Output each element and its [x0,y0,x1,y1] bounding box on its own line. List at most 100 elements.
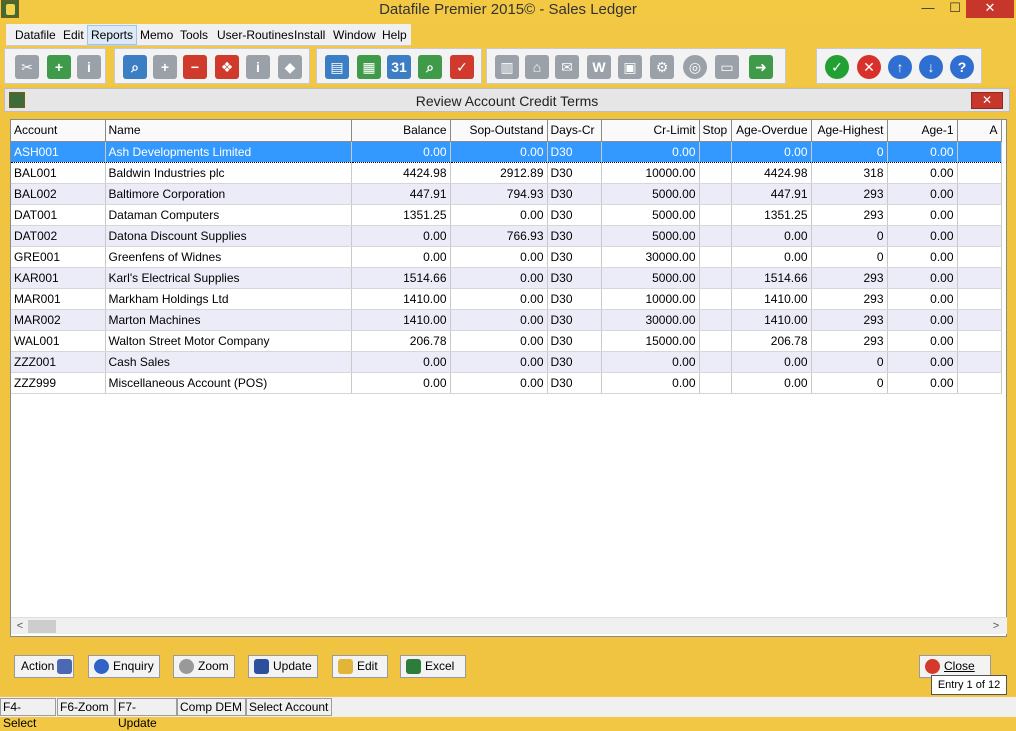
update-button[interactable]: Update [248,655,318,678]
cell-age-overdue: 0.00 [731,225,812,247]
calendar-icon[interactable]: 31 [387,55,411,79]
zoom-button[interactable]: Zoom [173,655,235,678]
cell-account: WAL001 [11,330,106,352]
table-row[interactable]: DAT002 Datona Discount Supplies 0.00 766.93… [11,225,1002,247]
column-header-stop[interactable]: Stop [699,120,732,142]
action-button[interactable]: Action [14,655,74,678]
window-export-icon[interactable]: ➜ [749,55,773,79]
bar-chart-icon[interactable]: ▥ [495,55,519,79]
cell-a [957,183,1002,205]
magnifier-money-icon[interactable]: ⌕ [418,55,442,79]
arrow-down-icon[interactable]: ↓ [919,55,943,79]
table-row[interactable]: ZZZ001 Cash Sales 0.00 0.00 D30 0.00 0.00 0 0.00 [11,351,1002,373]
menu-edit[interactable]: Edit [63,28,84,42]
menu-reports[interactable]: Reports [87,25,138,45]
accounts-grid[interactable]: Account Name Balance Sop-Outstand Days-C… [10,119,1007,637]
cell-a [957,246,1002,268]
cell-account: MAR001 [11,288,106,310]
calculator-icon[interactable]: ▦ [357,55,381,79]
menu-datafile[interactable]: Datafile [15,28,56,42]
scroll-right-button[interactable]: > [989,618,1003,635]
scroll-left-button[interactable]: < [13,618,27,635]
cell-cr-limit: 10000.00 [601,162,700,184]
gift-icon[interactable]: ❖ [215,55,239,79]
table-row[interactable]: BAL002 Baltimore Corporation 447.91 794.93 D… [11,183,1002,205]
cell-name: Karl's Electrical Supplies [105,267,352,289]
menu-help[interactable]: Help [382,28,407,42]
printer-icon[interactable]: ▭ [715,55,739,79]
menu-window[interactable]: Window [333,28,376,42]
cell-balance: 0.00 [351,351,451,373]
table-row[interactable]: GRE001 Greenfens of Widnes 0.00 0.00 D30 3000… [11,246,1002,268]
globe-icon[interactable]: ◎ [683,55,707,79]
close-window-button[interactable]: ✕ [966,0,1014,18]
cell-age-highest: 0 [811,225,888,247]
image-icon[interactable]: ▣ [618,55,642,79]
cell-balance: 206.78 [351,330,451,352]
cancel-x-icon[interactable]: ✕ [857,55,881,79]
new-document-icon[interactable]: + [47,55,71,79]
document-lock-icon[interactable]: ▤ [325,55,349,79]
column-header-sop-outstand[interactable]: Sop-Outstand [450,120,548,142]
column-header-age-1[interactable]: Age-1 [887,120,958,142]
column-header-age-highest[interactable]: Age-Highest [811,120,888,142]
minimize-button[interactable]: — [915,0,941,18]
enquiry-button[interactable]: Enquiry [88,655,160,678]
table-row[interactable]: MAR001 Markham Holdings Ltd 1410.00 0.00 D30… [11,288,1002,310]
cell-sop-outstand: 0.00 [450,309,548,331]
search-window-icon[interactable]: ⌕ [123,55,147,79]
cell-balance: 0.00 [351,246,451,268]
table-row[interactable]: DAT001 Dataman Computers 1351.25 0.00 D30 500… [11,204,1002,226]
window-remove-icon[interactable]: − [183,55,207,79]
cell-stop [699,372,732,394]
cell-account: GRE001 [11,246,106,268]
table-row[interactable]: BAL001 Baldwin Industries plc 4424.98 2912.… [11,162,1002,184]
checklist-icon[interactable]: ✓ [450,55,474,79]
maximize-button[interactable]: ☐ [942,0,968,18]
cell-account: ASH001 [11,140,106,163]
grid-body: ASH001 Ash Developments Limited 0.00 0.00 D3… [11,140,1002,394]
column-header-a[interactable]: A [957,120,1002,142]
eraser-icon[interactable]: ◆ [278,55,302,79]
house-icon[interactable]: ⌂ [525,55,549,79]
menu-tools[interactable]: Tools [180,28,208,42]
document-close-button[interactable]: ✕ [971,92,1003,109]
word-document-icon[interactable]: W [587,55,611,79]
menu-user-routines[interactable]: User-Routines [217,28,294,42]
table-row[interactable]: KAR001 Karl's Electrical Supplies 1514.66 0… [11,267,1002,289]
table-row[interactable]: WAL001 Walton Street Motor Company 206.78 0… [11,330,1002,352]
document-title-bar: Review Account Credit Terms ✕ [4,88,1010,112]
table-row[interactable]: ASH001 Ash Developments Limited 0.00 0.00 D3… [11,140,1002,163]
excel-button[interactable]: Excel [400,655,466,678]
cell-age-highest: 293 [811,204,888,226]
help-icon[interactable]: ? [950,55,974,79]
window-settings-icon[interactable]: ⚙ [650,55,674,79]
column-header-days-cr[interactable]: Days-Cr [547,120,602,142]
menu-install[interactable]: Install [294,28,325,42]
cell-sop-outstand: 0.00 [450,351,548,373]
window-info-icon[interactable]: i [246,55,270,79]
mail-icon[interactable]: ✉ [555,55,579,79]
cell-cr-limit: 5000.00 [601,267,700,289]
column-header-name[interactable]: Name [105,120,352,142]
cell-name: Miscellaneous Account (POS) [105,372,352,394]
window-add-icon[interactable]: + [153,55,177,79]
menu-memo[interactable]: Memo [140,28,173,42]
cell-age-1: 0.00 [887,140,958,163]
scissors-icon[interactable]: ✂ [15,55,39,79]
table-row[interactable]: ZZZ999 Miscellaneous Account (POS) 0.00 0.0… [11,372,1002,394]
cell-account: DAT001 [11,204,106,226]
ok-check-icon[interactable]: ✓ [825,55,849,79]
scroll-thumb[interactable] [28,620,56,633]
question-icon [94,659,109,674]
edit-button[interactable]: Edit [332,655,388,678]
arrow-up-icon[interactable]: ↑ [888,55,912,79]
cell-age-overdue: 0.00 [731,372,812,394]
horizontal-scrollbar[interactable]: < > [11,617,1007,634]
column-header-age-overdue[interactable]: Age-Overdue [731,120,812,142]
column-header-balance[interactable]: Balance [351,120,451,142]
document-info-icon[interactable]: i [77,55,101,79]
column-header-account[interactable]: Account [11,120,106,142]
table-row[interactable]: MAR002 Marton Machines 1410.00 0.00 D30 30000… [11,309,1002,331]
column-header-cr-limit[interactable]: Cr-Limit [601,120,700,142]
